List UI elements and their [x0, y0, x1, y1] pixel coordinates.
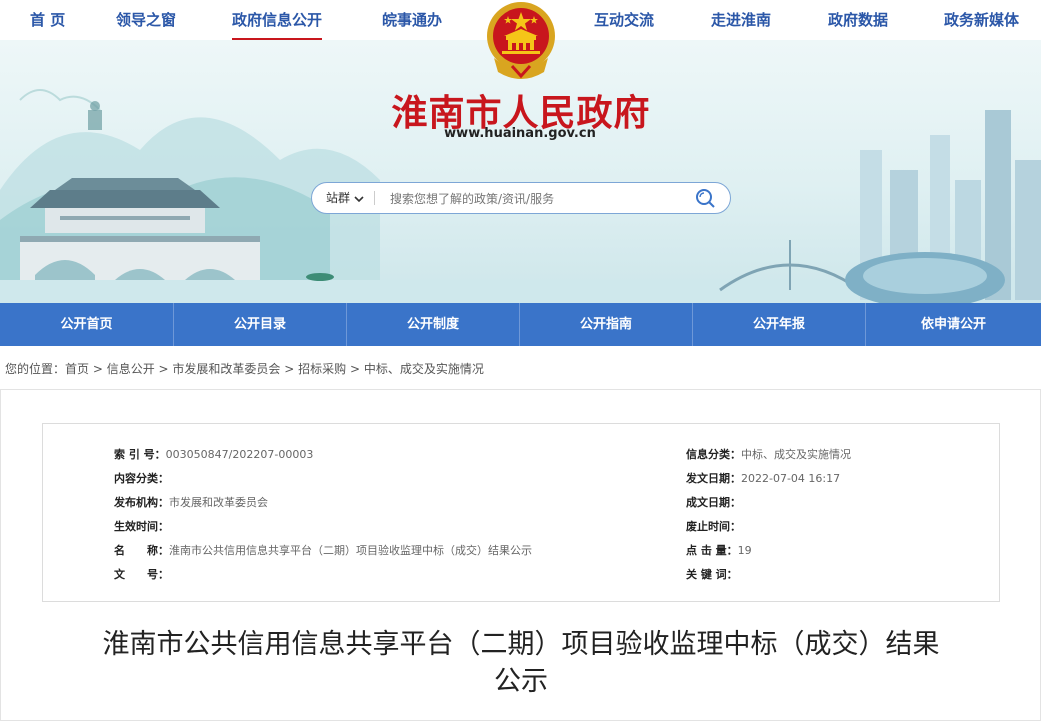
meta-info-category: 信息分类：中标、成交及实施情况	[686, 448, 851, 461]
breadcrumb-separator: >	[346, 362, 364, 376]
subnav-rules[interactable]: 公开制度	[347, 303, 519, 346]
breadcrumb-info-disclosure[interactable]: 信息公开	[107, 362, 155, 376]
search-divider	[374, 191, 375, 205]
meta-keywords: 关 键 词：	[686, 568, 738, 581]
search-scope-dropdown[interactable]: 站群	[326, 183, 364, 213]
subnav-annual-report[interactable]: 公开年报	[693, 303, 865, 346]
meta-view-count: 点 击 量：19	[686, 544, 752, 557]
search-scope-label: 站群	[326, 191, 351, 205]
breadcrumb-procurement[interactable]: 招标采购	[298, 362, 346, 376]
chevron-down-icon	[354, 195, 364, 202]
top-nav-new-media[interactable]: 政务新媒体	[944, 0, 1019, 40]
meta-effective-date: 生效时间：	[114, 520, 169, 533]
subnav-guide[interactable]: 公开指南	[520, 303, 692, 346]
meta-index-number: 索 引 号：003050847/202207-00003	[114, 448, 314, 461]
meta-expiry-date: 废止时间：	[686, 520, 741, 533]
article-title-line-2: 公示	[494, 666, 548, 697]
search-icon[interactable]	[694, 188, 716, 208]
subnav-catalog[interactable]: 公开目录	[174, 303, 346, 346]
top-nav-home[interactable]: 首 页	[30, 0, 65, 40]
breadcrumb-separator: >	[154, 362, 173, 376]
subnav-apply[interactable]: 依申请公开	[866, 303, 1041, 346]
site-url: www.huainan.gov.cn	[444, 126, 596, 141]
meta-publish-date: 发文日期：2022-07-04 16:17	[686, 472, 841, 485]
breadcrumb-bid-results[interactable]: 中标、成交及实施情况	[364, 362, 484, 376]
top-nav-interaction[interactable]: 互动交流	[594, 0, 654, 40]
meta-content-category: 内容分类：	[114, 472, 169, 485]
meta-publisher: 发布机构：市发展和改革委员会	[114, 496, 268, 509]
breadcrumb-home[interactable]: 首页	[65, 362, 89, 376]
meta-doc-number: 文 号：	[114, 568, 169, 581]
top-nav-leaders[interactable]: 领导之窗	[116, 0, 176, 40]
info-disclosure-nav: 公开首页 公开目录 公开制度 公开指南 公开年报 依申请公开	[0, 303, 1041, 346]
meta-written-date: 成文日期：	[686, 496, 741, 509]
breadcrumb-separator: >	[89, 362, 107, 376]
search-bar: 站群	[311, 182, 731, 214]
top-nav-data[interactable]: 政府数据	[828, 0, 888, 40]
breadcrumb-ndrc[interactable]: 市发展和改革委员会	[172, 362, 280, 376]
article-title-line-1: 淮南市公共信用信息共享平台（二期）项目验收监理中标（成交）结果	[102, 629, 940, 660]
subnav-home[interactable]: 公开首页	[0, 303, 173, 346]
national-emblem-icon	[487, 2, 555, 79]
top-nav-gov-info[interactable]: 政府信息公开	[232, 0, 323, 40]
article-title: 淮南市公共信用信息共享平台（二期）项目验收监理中标（成交）结果 公示	[45, 626, 997, 700]
meta-name: 名 称：淮南市公共信用信息共享平台（二期）项目验收监理中标（成交）结果公示	[114, 544, 532, 557]
document-metadata-table: 索 引 号：003050847/202207-00003 内容分类： 发布机构：…	[42, 423, 1000, 602]
breadcrumb-prefix: 您的位置：	[5, 362, 66, 376]
breadcrumb: 您的位置：首页 > 信息公开 > 市发展和改革委员会 > 招标采购 > 中标、成…	[5, 360, 484, 377]
search-input[interactable]	[388, 188, 682, 210]
top-nav-services[interactable]: 皖事通办	[382, 0, 442, 40]
breadcrumb-separator: >	[280, 362, 299, 376]
top-nav-about[interactable]: 走进淮南	[711, 0, 771, 40]
